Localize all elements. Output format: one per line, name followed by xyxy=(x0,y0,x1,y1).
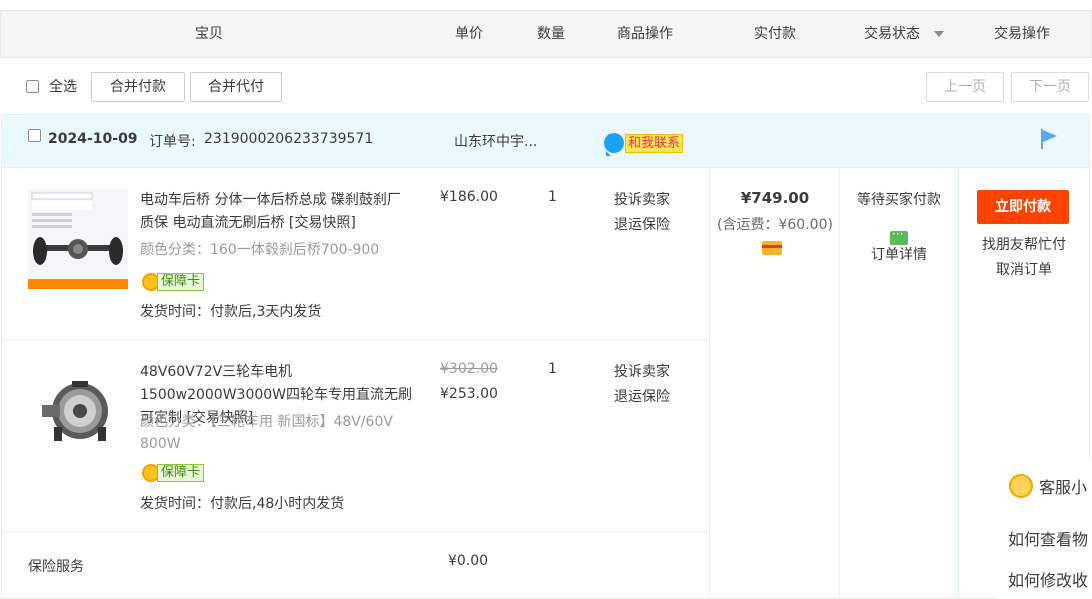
contact-seller-button[interactable]: 和我联系 xyxy=(604,133,684,156)
divider xyxy=(2,339,709,340)
guarantee-label: 保障卡 xyxy=(157,464,205,482)
prev-page-button[interactable]: 上一页 xyxy=(926,72,1004,102)
ship-time: 发货时间：付款后,3天内发货 xyxy=(140,304,322,320)
return-shipping-insurance-link[interactable]: 退运保险 xyxy=(614,214,670,234)
col-ops-header: 商品操作 xyxy=(617,26,673,42)
service-question-link[interactable]: 如何查看物 xyxy=(1008,526,1088,550)
order-status: 等待买家付款 xyxy=(857,192,941,208)
ship-time: 发货时间：付款后,48小时内发货 xyxy=(140,496,345,512)
product-sku: 颜色分类：160一体毂刹后桥700-900 xyxy=(140,242,380,258)
order-checkbox[interactable] xyxy=(28,129,41,142)
order-number: 2319000206233739571 xyxy=(204,131,374,147)
service-question-link[interactable]: 如何修改收 xyxy=(1008,567,1088,591)
return-shipping-insurance-link[interactable]: 退运保险 xyxy=(614,386,670,406)
guarantee-label: 保障卡 xyxy=(157,273,205,291)
product-thumbnail[interactable] xyxy=(28,361,128,461)
service-title-row[interactable]: 客服小 xyxy=(1009,474,1087,498)
select-all-control[interactable]: 全选 xyxy=(26,76,77,96)
complain-seller-link[interactable]: 投诉卖家 xyxy=(614,189,670,209)
table-header: 宝贝 单价 数量 商品操作 实付款 交易状态 交易操作 xyxy=(0,10,1092,58)
total-paid: ¥749.00 xyxy=(740,189,810,207)
order-detail-link[interactable]: 订单详情 xyxy=(840,244,958,264)
complain-seller-link[interactable]: 投诉卖家 xyxy=(614,361,670,381)
select-all-label: 全选 xyxy=(49,79,77,95)
ask-friend-pay-link[interactable]: 找朋友帮忙付 xyxy=(964,234,1084,254)
order-card: 2024-10-09 订单号: 2319000206233739571 山东环中… xyxy=(1,114,1090,598)
original-price: ¥302.00 xyxy=(440,361,498,377)
col-price-header: 单价 xyxy=(455,26,483,42)
cancel-order-link[interactable]: 取消订单 xyxy=(964,259,1084,279)
insurance-service-label: 保险服务 xyxy=(28,559,84,575)
product-title-link[interactable]: 电动车后桥 分体一体后桥总成 碟刹鼓刹厂质保 电动直流无刷后桥 [交易快照] xyxy=(140,189,412,235)
customer-service-panel: 客服小 如何查看物 如何修改收 xyxy=(997,460,1092,599)
divider xyxy=(958,168,959,597)
service-title: 客服小 xyxy=(1039,478,1088,497)
chat-bubble-icon xyxy=(604,133,624,156)
col-item-header: 宝贝 xyxy=(195,26,223,42)
col-trade-ops-header: 交易操作 xyxy=(994,26,1050,42)
col-qty-header: 数量 xyxy=(537,26,565,42)
contact-seller-label: 和我联系 xyxy=(625,133,684,153)
insurance-price: ¥0.00 xyxy=(448,553,489,569)
order-date: 2024-10-09 xyxy=(48,131,138,147)
quantity: 1 xyxy=(548,361,557,377)
col-paid-header: 实付款 xyxy=(754,26,796,42)
unit-price: ¥186.00 xyxy=(440,189,498,205)
credit-card-icon xyxy=(762,241,782,255)
shipping-fee: (含运费：¥60.00) xyxy=(717,217,833,233)
product-sku: 颜色分类：【三轮车用 新国标】48V/60V 800W xyxy=(140,414,393,452)
merge-proxy-pay-button[interactable]: 合并代付 xyxy=(190,72,282,102)
quantity: 1 xyxy=(548,189,557,205)
product-thumbnail[interactable] xyxy=(28,189,128,289)
order-header: 2024-10-09 订单号: 2319000206233739571 山东环中… xyxy=(2,115,1089,168)
next-page-button[interactable]: 下一页 xyxy=(1011,72,1089,102)
merge-pay-button[interactable]: 合并付款 xyxy=(91,72,185,102)
caret-down-icon xyxy=(934,31,944,37)
order-number-label: 订单号: xyxy=(149,134,196,150)
service-avatar-icon xyxy=(1009,474,1033,498)
status-filter-dropdown[interactable]: 交易状态 xyxy=(849,11,959,57)
status-filter-label: 交易状态 xyxy=(864,26,920,42)
flag-icon[interactable] xyxy=(1040,129,1058,149)
select-all-checkbox[interactable] xyxy=(26,79,39,93)
pay-now-button[interactable]: 立即付款 xyxy=(977,190,1069,224)
guarantee-badge[interactable]: 保障卡 xyxy=(142,463,205,483)
shop-name-link[interactable]: 山东环中宇... xyxy=(454,131,537,151)
chat-icon[interactable] xyxy=(890,227,908,245)
divider xyxy=(2,531,709,532)
unit-price: ¥253.00 xyxy=(440,386,498,402)
guarantee-badge[interactable]: 保障卡 xyxy=(142,272,205,292)
